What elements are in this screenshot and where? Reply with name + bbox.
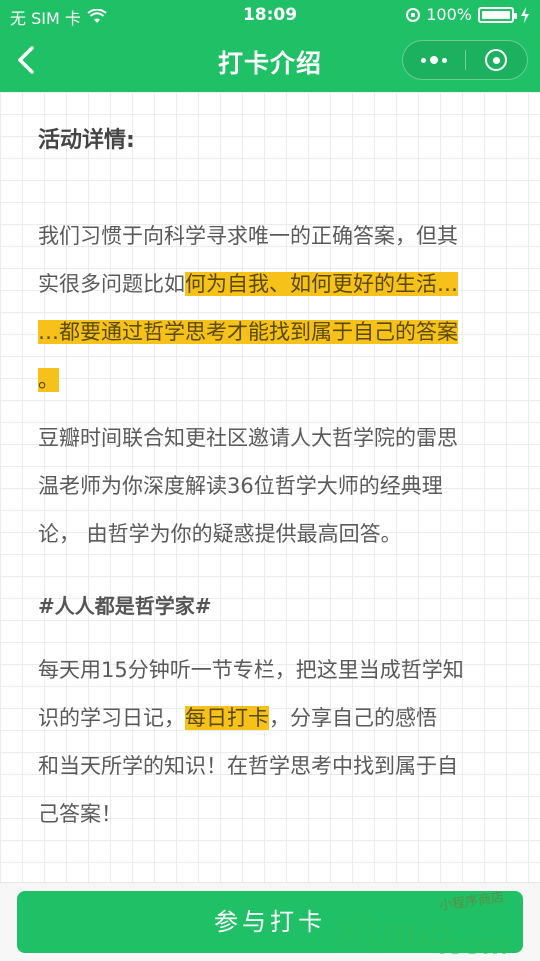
header: 无 SIM 卡 18:09 100% 打卡介绍: [0, 0, 540, 92]
more-dots-icon: [420, 56, 447, 64]
highlight-text: 。: [38, 368, 59, 392]
paragraph-intro: 我们习惯于向科学寻求唯一的正确答案，但其 实很多问题比如何为自我、如何更好的生活…: [38, 212, 504, 404]
intro-line-1: 我们习惯于向科学寻求唯一的正确答案，但其: [38, 224, 458, 248]
battery-icon: [478, 6, 517, 23]
desc-line-3: 论， 由哲学为你的疑惑提供最高回答。: [38, 522, 402, 546]
mini-program-capsule: [402, 40, 528, 80]
section-title: 活动详情:: [38, 128, 135, 153]
instr-line-3: 和当天所学的知识！在哲学思考中找到属于自: [38, 754, 458, 778]
desc-line-2: 温老师为你深度解读36位哲学大师的经典理: [38, 474, 443, 498]
instr-line-2: 识的学习日记，每日打卡，分享自己的感悟: [38, 694, 504, 742]
intro-line-3: …都要通过哲学思考才能找到属于自己的答案: [38, 308, 504, 356]
join-checkin-button[interactable]: 参与打卡: [17, 891, 523, 953]
highlight-text: 何为自我、如何更好的生活…: [185, 272, 458, 296]
paragraph-instructions: 每天用15分钟听一节专栏，把这里当成哲学知 识的学习日记，每日打卡，分享自己的感…: [38, 646, 504, 838]
intro-line-2-text: 实很多问题比如: [38, 272, 185, 296]
content-area[interactable]: 活动详情: 我们习惯于向科学寻求唯一的正确答案，但其 实很多问题比如何为自我、如…: [0, 92, 540, 882]
footer: 参与打卡: [0, 882, 540, 961]
instr-line-2b: ，分享自己的感悟: [269, 706, 437, 730]
paragraph-description: 豆瓣时间联合知更社区邀请人大哲学院的雷思 温老师为你深度解读36位哲学大师的经典…: [38, 414, 504, 558]
desc-line-1: 豆瓣时间联合知更社区邀请人大哲学院的雷思: [38, 426, 458, 450]
instr-line-2a: 识的学习日记，: [38, 706, 185, 730]
charging-icon: [521, 6, 529, 23]
hashtag-text: #人人都是哲学家#: [38, 594, 212, 618]
more-button[interactable]: [403, 41, 465, 79]
orientation-lock-icon: [406, 7, 421, 22]
intro-line-4: 。: [38, 356, 504, 404]
close-mini-program-button[interactable]: [466, 41, 528, 79]
nav-bar: 打卡介绍: [0, 30, 540, 92]
highlight-text: 每日打卡: [185, 706, 269, 730]
battery-percent: 100%: [426, 5, 472, 24]
intro-line-2: 实很多问题比如何为自我、如何更好的生活…: [38, 260, 504, 308]
status-bar: 无 SIM 卡 18:09 100%: [0, 0, 540, 30]
instr-line-1: 每天用15分钟听一节专栏，把这里当成哲学知: [38, 658, 464, 682]
target-icon: [485, 49, 508, 71]
highlight-text: …都要通过哲学思考才能找到属于自己的答案: [38, 320, 458, 344]
status-right: 100%: [406, 5, 530, 24]
instr-line-4: 己答案！: [38, 802, 122, 826]
